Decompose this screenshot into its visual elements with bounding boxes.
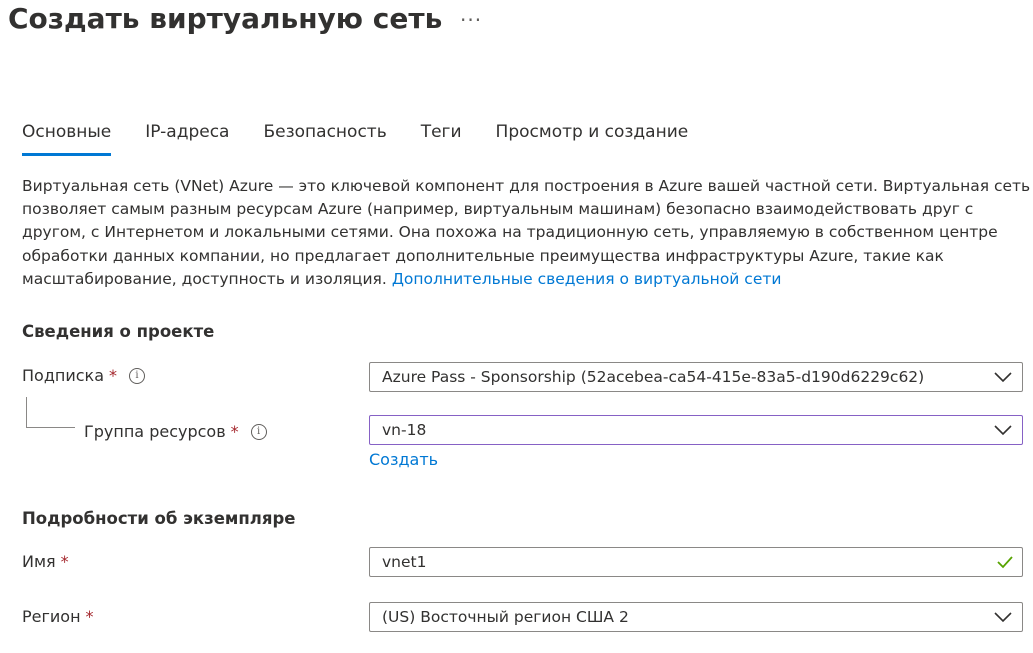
tab-tags[interactable]: Теги	[421, 122, 462, 156]
check-icon	[997, 556, 1013, 569]
resource-group-value: vn-18	[382, 421, 427, 439]
region-value: (US) Восточный регион США 2	[382, 608, 629, 626]
tab-security[interactable]: Безопасность	[263, 122, 386, 156]
resource-group-label: Группа ресурсов	[84, 422, 226, 441]
learn-more-link[interactable]: Дополнительные сведения о виртуальной се…	[392, 270, 782, 288]
instance-details-heading: Подробности об экземпляре	[22, 509, 296, 528]
required-marker: *	[230, 422, 239, 441]
tab-ip-addresses[interactable]: IP-адреса	[145, 122, 229, 156]
info-icon[interactable]: i	[250, 423, 267, 440]
name-label: Имя	[22, 552, 56, 571]
name-label-group: Имя *	[22, 552, 69, 571]
name-input[interactable]: vnet1	[369, 547, 1023, 577]
tab-review-create[interactable]: Просмотр и создание	[496, 122, 689, 156]
chevron-down-icon	[994, 425, 1012, 436]
resource-group-label-group: Группа ресурсов * i	[84, 422, 267, 441]
name-value: vnet1	[382, 553, 427, 571]
chevron-down-icon	[994, 612, 1012, 623]
project-details-heading: Сведения о проекте	[22, 322, 215, 341]
info-icon[interactable]: i	[129, 367, 146, 384]
page-title: Создать виртуальную сеть	[8, 2, 443, 35]
subscription-label-group: Подписка * i	[22, 366, 146, 385]
region-label-group: Регион *	[22, 607, 94, 626]
subscription-dropdown[interactable]: Azure Pass - Sponsorship (52acebea-ca54-…	[369, 362, 1023, 392]
required-marker: *	[85, 607, 94, 626]
required-marker: *	[109, 366, 118, 385]
more-options-icon[interactable]: ···	[460, 8, 482, 32]
region-label: Регион	[22, 607, 81, 626]
required-marker: *	[60, 552, 69, 571]
vnet-description: Виртуальная сеть (VNet) Azure — это ключ…	[22, 175, 1032, 291]
chevron-down-icon	[994, 372, 1012, 383]
tab-basics[interactable]: Основные	[22, 122, 112, 156]
subscription-value: Azure Pass - Sponsorship (52acebea-ca54-…	[382, 368, 925, 386]
region-dropdown[interactable]: (US) Восточный регион США 2	[369, 602, 1023, 632]
resource-group-dropdown[interactable]: vn-18	[369, 415, 1023, 445]
tab-bar: Основные IP-адреса Безопасность Теги Про…	[22, 122, 722, 156]
subscription-label: Подписка	[22, 366, 105, 385]
create-resource-group-link[interactable]: Создать	[369, 450, 438, 469]
hierarchy-connector	[26, 397, 75, 428]
